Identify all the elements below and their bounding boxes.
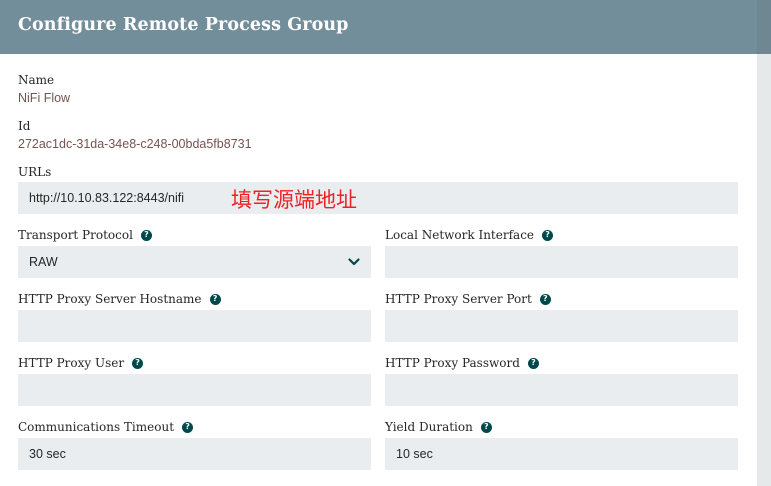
urls-label-text: URLs — [18, 165, 52, 179]
question-circle-icon[interactable]: ? — [182, 421, 194, 433]
yield-duration-input[interactable]: 10 sec — [385, 438, 738, 470]
scrollbar-header-segment — [757, 0, 771, 54]
yield-duration-label: Yield Duration ? — [385, 420, 492, 434]
name-label-text: Name — [18, 73, 55, 87]
local-network-interface-label-text: Local Network Interface — [385, 228, 535, 242]
communications-timeout-value: 30 sec — [29, 447, 66, 461]
communications-timeout-label-text: Communications Timeout — [18, 420, 175, 434]
proxy-hostname-label: HTTP Proxy Server Hostname ? — [18, 292, 221, 306]
local-network-interface-label: Local Network Interface ? — [385, 228, 554, 242]
id-label: Id — [18, 119, 30, 133]
question-circle-icon[interactable]: ? — [542, 229, 554, 241]
id-value: 272ac1dc-31da-34e8-c248-00bda5fb8731 — [18, 137, 252, 151]
dialog-title: Configure Remote Process Group — [18, 15, 349, 35]
communications-timeout-label: Communications Timeout ? — [18, 420, 194, 434]
transport-protocol-value: RAW — [29, 255, 58, 269]
urls-input[interactable]: http://10.10.83.122:8443/nifi — [18, 182, 738, 214]
question-circle-icon[interactable]: ? — [132, 357, 144, 369]
transport-protocol-select[interactable]: RAW — [18, 246, 371, 278]
proxy-user-label-text: HTTP Proxy User — [18, 356, 125, 370]
red-annotation-text: 填写源端地址 — [231, 188, 357, 212]
proxy-port-input[interactable] — [385, 310, 738, 342]
name-label: Name — [18, 73, 54, 87]
local-network-interface-input[interactable] — [385, 246, 738, 278]
proxy-password-label-text: HTTP Proxy Password — [385, 356, 520, 370]
question-circle-icon[interactable]: ? — [480, 421, 492, 433]
urls-input-value: http://10.10.83.122:8443/nifi — [29, 191, 184, 205]
proxy-hostname-input[interactable] — [18, 310, 371, 342]
proxy-password-label: HTTP Proxy Password ? — [385, 356, 539, 370]
scrollbar-track[interactable] — [757, 0, 771, 486]
proxy-hostname-label-text: HTTP Proxy Server Hostname — [18, 292, 202, 306]
yield-duration-label-text: Yield Duration — [385, 420, 473, 434]
id-label-text: Id — [18, 119, 31, 133]
urls-label: URLs — [18, 165, 51, 179]
yield-duration-value: 10 sec — [396, 447, 433, 461]
question-circle-icon[interactable]: ? — [539, 293, 551, 305]
question-circle-icon[interactable]: ? — [140, 229, 152, 241]
question-circle-icon[interactable]: ? — [209, 293, 221, 305]
transport-protocol-label: Transport Protocol ? — [18, 228, 152, 242]
proxy-user-input[interactable] — [18, 374, 371, 406]
dialog-header: Configure Remote Process Group — [0, 0, 757, 54]
question-circle-icon[interactable]: ? — [527, 357, 539, 369]
proxy-port-label-text: HTTP Proxy Server Port — [385, 292, 532, 306]
name-value: NiFi Flow — [18, 91, 71, 105]
chevron-down-icon — [348, 258, 360, 266]
communications-timeout-input[interactable]: 30 sec — [18, 438, 371, 470]
proxy-password-input[interactable] — [385, 374, 738, 406]
proxy-port-label: HTTP Proxy Server Port ? — [385, 292, 551, 306]
proxy-user-label: HTTP Proxy User ? — [18, 356, 144, 370]
transport-protocol-label-text: Transport Protocol — [18, 228, 133, 242]
